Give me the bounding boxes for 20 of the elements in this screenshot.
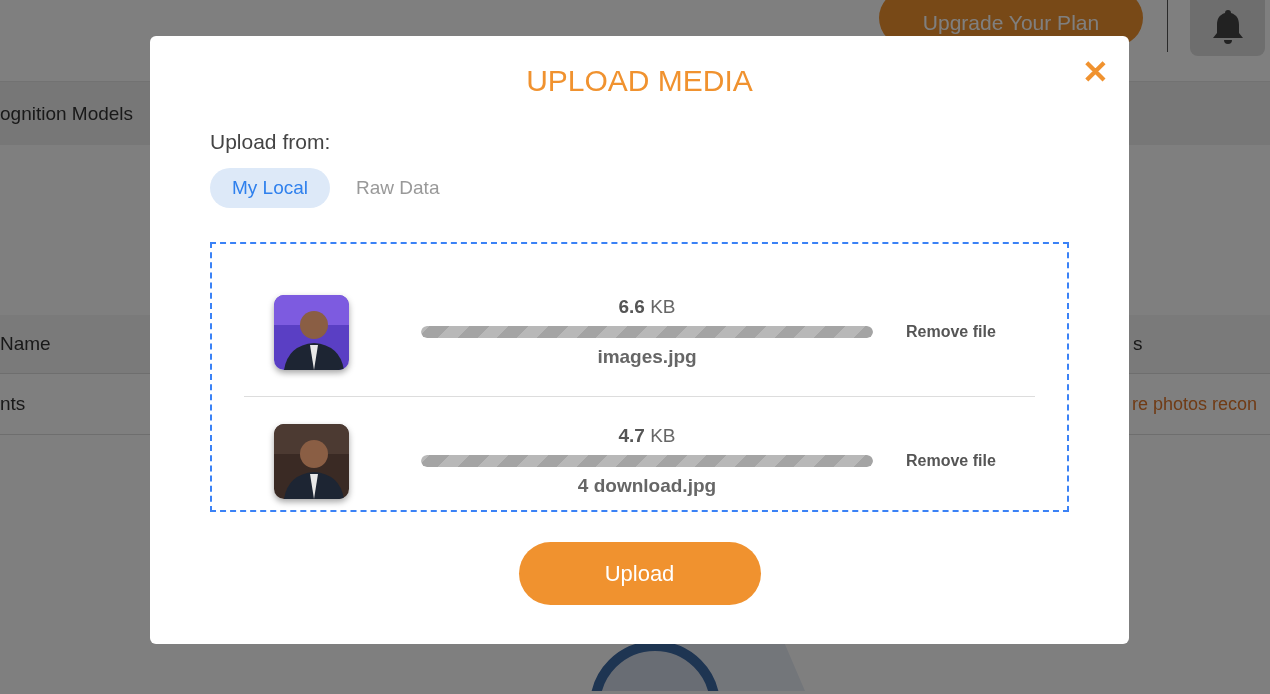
file-size: 4.7 KB: [618, 425, 676, 447]
file-name: images.jpg: [597, 346, 697, 368]
table-cell: nts: [0, 393, 26, 415]
nav-tab[interactable]: ognition Models: [0, 102, 134, 125]
notifications-button[interactable]: [1190, 0, 1265, 56]
file-size: 6.6 KB: [618, 296, 676, 318]
remove-file-link[interactable]: Remove file: [906, 323, 996, 341]
table-cell: re photos recon: [1132, 393, 1258, 415]
remove-file-link[interactable]: Remove file: [906, 452, 996, 470]
drop-zone[interactable]: 6.6 KB images.jpg Remove file 4.7 KB 4 download.jpg Remove file: [210, 242, 1069, 512]
file-name: 4 download.jpg: [577, 475, 717, 497]
upload-button[interactable]: Upload: [518, 542, 761, 605]
column-header: s: [1133, 333, 1143, 355]
dialog-title: UPLOAD MEDIA: [525, 64, 754, 98]
column-header: Name: [0, 333, 51, 355]
source-tab[interactable]: Raw Data: [334, 168, 462, 208]
close-button[interactable]: ✕: [1082, 56, 1109, 88]
source-tab[interactable]: My Local: [210, 168, 331, 208]
bell-icon: [1210, 7, 1245, 46]
upload-from-label: Upload from:: [210, 130, 332, 154]
